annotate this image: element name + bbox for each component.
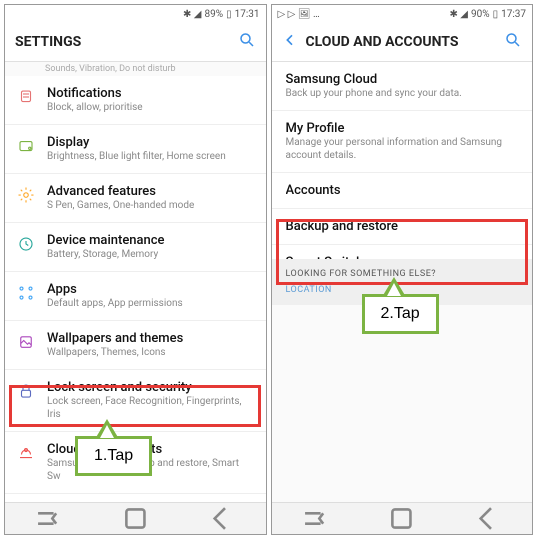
settings-item-icon <box>17 235 35 253</box>
status-time: 17:31 <box>235 9 260 20</box>
nav-back[interactable] <box>179 503 266 534</box>
search-icon[interactable] <box>504 31 522 53</box>
accounts-item-accounts[interactable]: Accounts <box>272 173 533 209</box>
item-sub: Back up your phone and sync your data. <box>286 87 521 100</box>
status-battery-icon: ▯ <box>493 9 499 20</box>
nav-home[interactable] <box>358 503 445 534</box>
status-battery-icon: ▯ <box>226 9 232 20</box>
settings-item-advanced-features[interactable]: Advanced featuresS Pen, Games, One-hande… <box>5 174 266 223</box>
item-sub: S Pen, Games, One-handed mode <box>47 199 254 212</box>
nav-back[interactable] <box>445 503 532 534</box>
item-sub: Wallpapers, Themes, Icons <box>47 346 254 359</box>
status-left-icons: ▷ ▷ 🖼 … <box>278 9 320 20</box>
header-title: SETTINGS <box>15 34 238 50</box>
accounts-item-my-profile[interactable]: My ProfileManage your personal informati… <box>272 111 533 173</box>
item-title: Wallpapers and themes <box>47 331 254 346</box>
settings-item-google[interactable]: Google <box>5 494 266 502</box>
settings-item-icon <box>17 333 35 351</box>
header-title: CLOUD AND ACCOUNTS <box>306 34 505 50</box>
item-sub: Block, allow, prioritise <box>47 101 254 114</box>
back-icon[interactable] <box>282 32 298 52</box>
accounts-item-backup-and-restore[interactable]: Backup and restore <box>272 209 533 245</box>
accounts-list: Samsung CloudBack up your phone and sync… <box>272 62 533 259</box>
item-title: Samsung Cloud <box>286 72 521 87</box>
status-bar: ✱ ◢ 89% ▯ 17:31 <box>5 5 266 23</box>
item-title: My Profile <box>286 121 521 136</box>
settings-item-icon <box>17 382 35 400</box>
settings-item-icon <box>17 88 35 106</box>
nav-home[interactable] <box>92 503 179 534</box>
item-title: Display <box>47 135 254 150</box>
status-signal-icon: ✱ ◢ <box>183 9 202 20</box>
looking-for-section: LOOKING FOR SOMETHING ELSE? LOCATION <box>272 259 533 305</box>
item-title: Device maintenance <box>47 233 254 248</box>
header: CLOUD AND ACCOUNTS <box>272 23 533 62</box>
settings-item-icon <box>17 186 35 204</box>
nav-bar <box>272 502 533 534</box>
nav-bar <box>5 502 266 534</box>
screenshot-right: ▷ ▷ 🖼 … ✱ ◢ 90% ▯ 17:37 CLOUD AND ACCOUN… <box>271 4 534 535</box>
item-sub: Battery, Storage, Memory <box>47 248 254 261</box>
item-sub: Manage your personal information and Sam… <box>286 136 521 162</box>
settings-item-icon <box>17 137 35 155</box>
settings-item-wallpapers-and-themes[interactable]: Wallpapers and themesWallpapers, Themes,… <box>5 321 266 370</box>
location-link[interactable]: LOCATION <box>286 285 519 295</box>
status-battery: 90% <box>471 9 490 20</box>
item-title: Advanced features <box>47 184 254 199</box>
looking-for-label: LOOKING FOR SOMETHING ELSE? <box>286 269 519 279</box>
item-title: Lock screen and security <box>47 380 254 395</box>
settings-item-icon <box>17 444 35 462</box>
settings-item-icon <box>17 284 35 302</box>
item-title: Notifications <box>47 86 254 101</box>
settings-item-notifications[interactable]: NotificationsBlock, allow, prioritise <box>5 76 266 125</box>
nav-recents[interactable] <box>272 503 359 534</box>
settings-item-cloud-and-accounts[interactable]: Cloud and accountsSamsung Cloud, Backup … <box>5 432 266 494</box>
accounts-item-smart-switch[interactable]: Smart SwitchTransfer content from your o… <box>272 245 533 259</box>
status-signal-icon: ✱ ◢ <box>449 9 468 20</box>
screenshot-left: ✱ ◢ 89% ▯ 17:31 SETTINGS Sounds, Vibrati… <box>4 4 267 535</box>
nav-recents[interactable] <box>5 503 92 534</box>
item-sub: Brightness, Blue light filter, Home scre… <box>47 150 254 163</box>
item-title: Backup and restore <box>286 219 521 234</box>
settings-item-device-maintenance[interactable]: Device maintenanceBattery, Storage, Memo… <box>5 223 266 272</box>
accounts-item-samsung-cloud[interactable]: Samsung CloudBack up your phone and sync… <box>272 62 533 111</box>
status-battery: 89% <box>205 9 224 20</box>
item-title: Cloud and accounts <box>47 442 254 457</box>
settings-item-apps[interactable]: AppsDefault apps, App permissions <box>5 272 266 321</box>
item-sub: Lock screen, Face Recognition, Fingerpri… <box>47 395 254 421</box>
item-sub: Default apps, App permissions <box>47 297 254 310</box>
settings-item-lock-screen-and-security[interactable]: Lock screen and securityLock screen, Fac… <box>5 370 266 432</box>
header: SETTINGS <box>5 23 266 62</box>
settings-item-display[interactable]: DisplayBrightness, Blue light filter, Ho… <box>5 125 266 174</box>
item-title: Accounts <box>286 183 521 198</box>
status-time: 17:37 <box>501 9 526 20</box>
status-bar: ▷ ▷ 🖼 … ✱ ◢ 90% ▯ 17:37 <box>272 5 533 23</box>
item-title: Apps <box>47 282 254 297</box>
truncated-prev-item: Sounds, Vibration, Do not disturb <box>5 62 266 76</box>
settings-list: NotificationsBlock, allow, prioritiseDis… <box>5 76 266 502</box>
search-icon[interactable] <box>238 31 256 53</box>
item-sub: Samsung Cloud, Backup and restore, Smart… <box>47 457 254 483</box>
